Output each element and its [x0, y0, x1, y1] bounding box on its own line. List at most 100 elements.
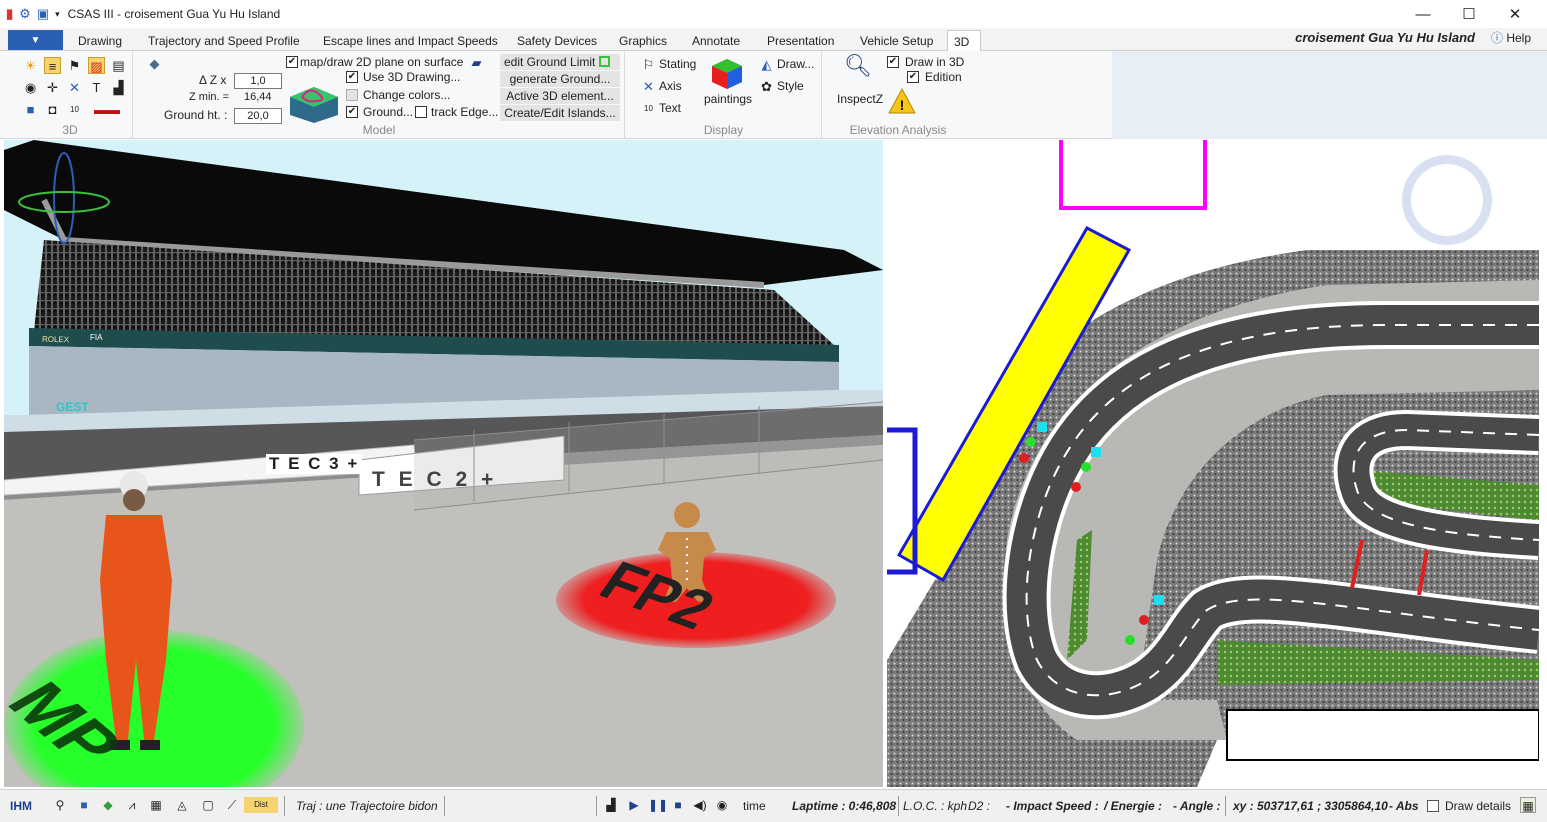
- minimize-button[interactable]: —: [1400, 0, 1446, 28]
- zoom-icon[interactable]: ⚲: [52, 797, 68, 813]
- xy-status: xy : 503717,61 ; 3305864,10: [1233, 799, 1388, 813]
- tab-vehicle-setup[interactable]: Vehicle Setup: [854, 30, 939, 51]
- tab-trajectory[interactable]: Trajectory and Speed Profile: [142, 30, 306, 51]
- inspectz-magnifier-icon[interactable]: 🔍︎: [843, 55, 873, 87]
- distance-icon[interactable]: Dist: [244, 797, 278, 813]
- file-menu-button[interactable]: ▼: [8, 30, 63, 50]
- draw-in-3d-checkbox[interactable]: ✔: [887, 56, 899, 68]
- save-icon[interactable]: ▣: [37, 6, 49, 22]
- separator: [596, 796, 597, 816]
- texture-icon[interactable]: ▨: [88, 57, 105, 74]
- axes-icon[interactable]: ✕: [66, 79, 83, 96]
- tab-annotate[interactable]: Annotate: [686, 30, 746, 51]
- tab-graphics[interactable]: Graphics: [613, 30, 673, 51]
- limit-box-icon: [598, 56, 610, 67]
- layers-icon[interactable]: ≡: [44, 57, 61, 74]
- magenta-bay[interactable]: [1059, 140, 1207, 210]
- tab-3d[interactable]: 3D: [947, 30, 981, 51]
- text-icon[interactable]: 10: [640, 100, 657, 117]
- sun-light-icon[interactable]: ☀: [22, 57, 39, 74]
- loc-status: L.O.C. : kph: [903, 799, 968, 813]
- change-colors-label: Change colors...: [363, 88, 451, 102]
- counter-icon[interactable]: 10: [66, 101, 83, 118]
- checkered-flag-icon[interactable]: ⚐: [640, 56, 657, 73]
- camera-small-icon[interactable]: ◉: [714, 797, 730, 813]
- sign-tec2: T E C 2 +: [372, 468, 498, 491]
- minimap-icon[interactable]: ▦: [1520, 797, 1536, 813]
- clapper-small-icon[interactable]: ▟: [603, 797, 619, 813]
- play-icon[interactable]: ▶: [626, 797, 642, 813]
- settings-gear-icon[interactable]: ⚙: [19, 6, 31, 22]
- folder-icon[interactable]: ▰: [468, 54, 485, 71]
- 3d-cube-icon[interactable]: ■: [76, 797, 92, 813]
- paintings-cube-icon[interactable]: [710, 57, 744, 91]
- change-colors-checkbox[interactable]: [346, 89, 358, 101]
- pause-icon[interactable]: ❚❚: [648, 797, 668, 813]
- dz-input[interactable]: 1,0: [234, 73, 282, 89]
- clapper-icon[interactable]: ▟: [110, 79, 127, 96]
- film-icon[interactable]: ▤: [110, 57, 127, 74]
- banner-fia: FIA: [90, 333, 103, 342]
- help-button[interactable]: ⓘ Help: [1491, 29, 1531, 46]
- generate-ground-button[interactable]: generate Ground...: [500, 71, 620, 87]
- sound-icon[interactable]: ◀): [692, 797, 708, 813]
- close-button[interactable]: ✕: [1492, 0, 1538, 28]
- tab-presentation[interactable]: Presentation: [761, 30, 840, 51]
- stating-label[interactable]: Stating: [659, 57, 696, 71]
- table-icon[interactable]: ▦: [148, 797, 164, 813]
- terrain-3d-icon[interactable]: [286, 77, 342, 123]
- dz-label: Δ Z x: [199, 73, 227, 87]
- active-3d-element-button[interactable]: Active 3D element...: [500, 88, 620, 104]
- protractor-icon[interactable]: ◬: [174, 797, 190, 813]
- style-label[interactable]: Style: [777, 79, 804, 93]
- map-draw-checkbox[interactable]: ✔: [286, 56, 298, 68]
- ground-checkbox[interactable]: ✔: [346, 106, 358, 118]
- maximize-button[interactable]: ☐: [1446, 0, 1492, 28]
- ihm-label[interactable]: IHM: [10, 799, 32, 813]
- surface-icon[interactable]: ◆: [146, 55, 163, 72]
- tab-escape-lines[interactable]: Escape lines and Impact Speeds: [317, 30, 504, 51]
- badge-gest-wall: GEST: [56, 400, 89, 414]
- quick-access-dropdown-icon[interactable]: ▾: [55, 9, 60, 20]
- palette-icon[interactable]: ✿: [758, 78, 775, 95]
- tab-drawing[interactable]: Drawing: [72, 30, 128, 51]
- text-label[interactable]: Text: [659, 101, 681, 115]
- tab-safety-devices[interactable]: Safety Devices: [511, 30, 603, 51]
- pit-building: [1226, 709, 1539, 761]
- draw-details-checkbox[interactable]: [1427, 800, 1439, 812]
- title-bar: ▮ ⚙ ▣ ▾ CSAS III - croisement Gua Yu Hu …: [0, 0, 1547, 28]
- racecar-icon[interactable]: ▬▬: [88, 101, 126, 118]
- frame-icon[interactable]: ▢: [200, 797, 216, 813]
- separator: [898, 796, 899, 816]
- ribbon-empty-area: [1112, 51, 1547, 139]
- inspectz-label[interactable]: InspectZ: [837, 92, 883, 106]
- text-box-icon[interactable]: T: [88, 79, 105, 96]
- separator: [284, 796, 285, 816]
- zmin-label: Z min. =: [189, 91, 230, 103]
- draw-details-label: Draw details: [1445, 799, 1512, 813]
- 3d-view-icon[interactable]: ◆: [100, 797, 116, 813]
- edit-ground-limit-button[interactable]: edit Ground Limit: [500, 54, 620, 70]
- axis-label[interactable]: Axis: [659, 79, 682, 93]
- snapshot-icon[interactable]: ◘: [44, 101, 61, 118]
- edition-checkbox[interactable]: ✔: [907, 71, 919, 83]
- cube-icon[interactable]: ■: [22, 101, 39, 118]
- create-edit-islands-button[interactable]: Create/Edit Islands...: [500, 105, 620, 121]
- track-edge-checkbox[interactable]: [415, 106, 427, 118]
- draw-icon[interactable]: ◭: [758, 56, 775, 73]
- camera-icon[interactable]: ◉: [22, 79, 39, 96]
- ground-height-input[interactable]: 20,0: [234, 108, 282, 124]
- 3d-viewport[interactable]: ROLEX FIA GEST T E C 3 + T E C 2 + MP FP…: [4, 140, 883, 787]
- use3d-checkbox[interactable]: ✔: [346, 71, 358, 83]
- ground-label: Ground...: [363, 105, 414, 119]
- chart-icon[interactable]: ⩘: [124, 797, 140, 813]
- draw-label[interactable]: Draw...: [777, 57, 814, 71]
- stop-icon[interactable]: ■: [670, 797, 686, 813]
- measure-icon[interactable]: ⟋: [224, 797, 240, 813]
- crosshair-icon[interactable]: ✛: [44, 79, 61, 96]
- 2d-track-view[interactable]: [887, 140, 1539, 787]
- paintings-label[interactable]: paintings: [704, 92, 752, 106]
- abs-status: - Abs: [1389, 799, 1419, 813]
- flag-track-icon[interactable]: ⚑: [66, 57, 83, 74]
- axis-icon[interactable]: ✕: [640, 78, 657, 95]
